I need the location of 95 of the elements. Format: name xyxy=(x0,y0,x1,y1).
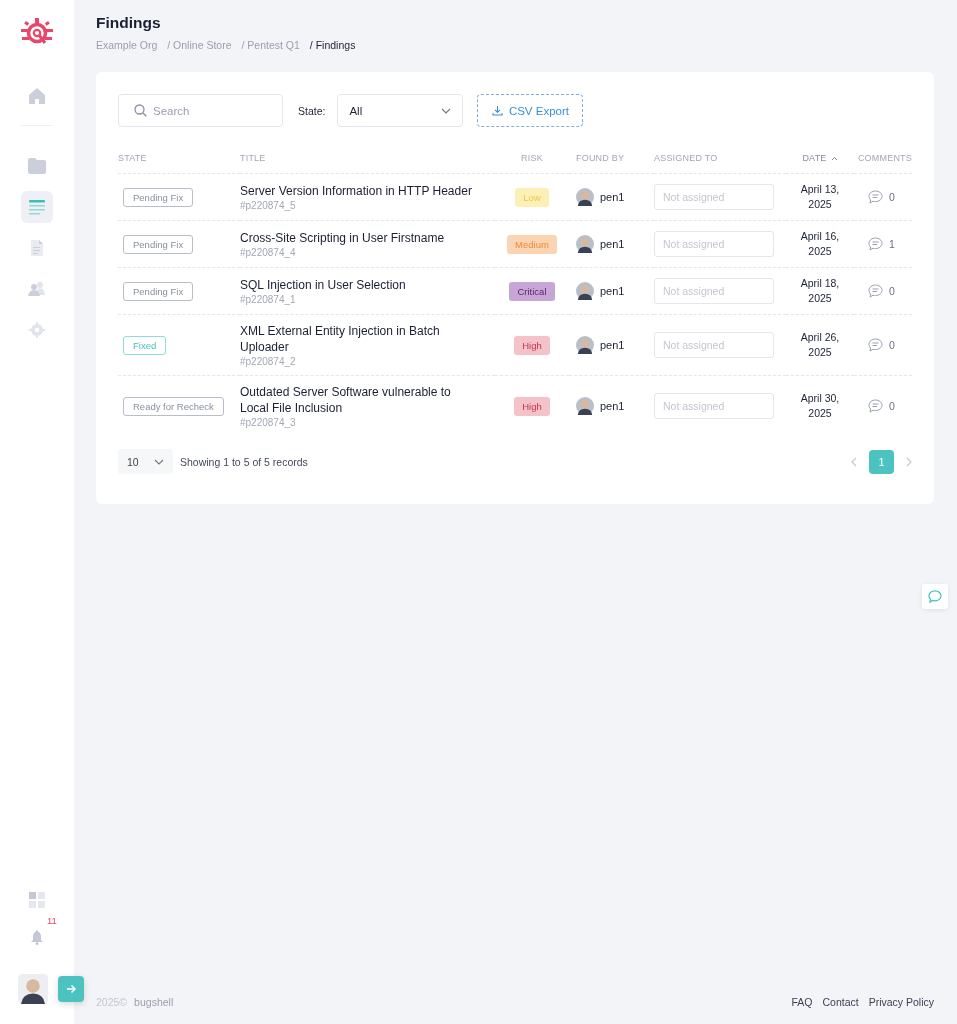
column-header[interactable]: RISK xyxy=(521,153,543,164)
date-text: April 16, 2025 xyxy=(799,229,841,259)
breadcrumb[interactable]: / Pentest Q1 xyxy=(241,39,300,51)
breadcrumb: / Findings xyxy=(309,39,356,51)
finding-id: #p220874_3 xyxy=(240,417,297,428)
brand-name: bugshell xyxy=(134,996,174,1008)
username: pen1 xyxy=(600,191,625,203)
finding-title[interactable]: Outdated Server Software vulnerable to Local File Inclusion xyxy=(240,384,474,416)
date-text: April 26, 2025 xyxy=(799,330,841,360)
assignee-field[interactable]: Not assigned xyxy=(654,231,774,257)
risk-tag: High xyxy=(514,396,550,416)
comment-icon[interactable] xyxy=(868,237,883,251)
avatar[interactable] xyxy=(18,974,48,1004)
state-dropdown[interactable]: All xyxy=(337,94,464,127)
finding-id: #p220874_5 xyxy=(240,200,297,211)
grid-icon xyxy=(29,892,45,908)
assignee-field[interactable]: Not assigned xyxy=(654,278,774,304)
comment-icon[interactable] xyxy=(868,284,883,298)
risk-tag: High xyxy=(514,335,550,355)
column-header[interactable]: STATE xyxy=(118,153,147,164)
avatar xyxy=(576,336,594,354)
date-text: April 30, 2025 xyxy=(799,391,841,421)
home-icon xyxy=(27,86,47,106)
finding-title[interactable]: XML External Entity Injection in Batch Uploader xyxy=(240,323,474,355)
finding-id: #p220874_4 xyxy=(240,247,297,258)
assignee-field[interactable]: Not assigned xyxy=(654,184,774,210)
finding-id: #p220874_2 xyxy=(240,356,297,367)
footer-link[interactable]: Contact xyxy=(822,996,859,1008)
avatar xyxy=(576,397,594,415)
column-header[interactable]: FOUND BY xyxy=(576,153,625,164)
chat-icon xyxy=(928,590,942,603)
field-label: State: xyxy=(298,104,326,117)
bug-logo xyxy=(21,18,53,46)
next-page-icon[interactable] xyxy=(906,456,912,467)
comment-count: 1 xyxy=(889,238,895,250)
comment-icon[interactable] xyxy=(868,190,883,204)
page-size-dropdown[interactable]: 10 xyxy=(118,449,173,474)
risk-tag: Medium xyxy=(507,234,557,254)
chat-button[interactable] xyxy=(922,584,948,609)
document-icon xyxy=(30,239,44,257)
column-header[interactable]: ASSIGNED TO xyxy=(654,153,718,164)
state-tag: Ready for Recheck xyxy=(123,396,224,416)
finding-title[interactable]: Server Version Information in HTTP Header xyxy=(240,183,472,199)
comment-count: 0 xyxy=(889,191,895,203)
finding-title[interactable]: Cross-Site Scripting in User Firstname xyxy=(240,230,445,246)
settings-icon xyxy=(29,322,45,338)
page-title: Findings xyxy=(96,14,162,32)
column-header[interactable]: TITLE xyxy=(240,153,266,164)
bell-icon xyxy=(30,929,44,945)
state-tag: Pending Fix xyxy=(123,187,194,207)
avatar xyxy=(576,188,594,206)
breadcrumb[interactable]: Example Org xyxy=(96,39,158,51)
risk-tag: Critical xyxy=(509,281,555,301)
comment-icon[interactable] xyxy=(868,338,883,352)
column-header[interactable]: DATE xyxy=(802,153,827,164)
people-icon xyxy=(28,281,46,297)
comment-count: 0 xyxy=(889,339,895,351)
chevron-down-icon xyxy=(441,107,452,114)
sidebar-item[interactable] xyxy=(21,191,53,223)
assignee-field[interactable]: Not assigned xyxy=(654,393,774,419)
records-summary: Showing 1 to 5 of 5 records xyxy=(180,455,308,468)
notification-count: 11 xyxy=(47,915,57,926)
finding-title[interactable]: SQL Injection in User Selection xyxy=(240,277,406,293)
username: pen1 xyxy=(600,285,625,297)
column-header[interactable]: COMMENTS xyxy=(857,153,912,164)
breadcrumb[interactable]: / Online Store xyxy=(167,39,232,51)
arrow-right-icon xyxy=(65,983,77,995)
state-tag: Fixed xyxy=(123,335,167,355)
chevron-down-icon xyxy=(154,458,164,465)
folder-icon xyxy=(27,157,47,175)
list-icon xyxy=(28,198,46,216)
avatar xyxy=(576,235,594,253)
previous-page-icon[interactable] xyxy=(851,456,857,467)
comment-count: 0 xyxy=(889,400,895,412)
username: pen1 xyxy=(600,400,625,412)
date-text: April 18, 2025 xyxy=(799,276,841,306)
date-text: April 13, 2025 xyxy=(799,182,841,212)
username: pen1 xyxy=(600,339,625,351)
assignee-field[interactable]: Not assigned xyxy=(654,332,774,358)
username: pen1 xyxy=(600,238,625,250)
comment-count: 0 xyxy=(889,285,895,297)
state-tag: Pending Fix xyxy=(123,281,194,301)
page-button[interactable]: 1 xyxy=(869,449,894,474)
comment-icon[interactable] xyxy=(868,399,883,413)
finding-id: #p220874_1 xyxy=(240,294,297,305)
footer-link[interactable]: Privacy Policy xyxy=(868,996,934,1008)
csv-export-button[interactable]: CSV Export xyxy=(477,94,584,127)
download-icon xyxy=(491,105,503,116)
search-field[interactable]: Search xyxy=(118,94,283,127)
risk-tag: Low xyxy=(515,187,549,207)
footer-link[interactable]: FAQ xyxy=(791,996,813,1008)
expand-button[interactable] xyxy=(58,976,84,1002)
search-icon xyxy=(134,104,147,117)
avatar xyxy=(576,282,594,300)
state-tag: Pending Fix xyxy=(123,234,194,254)
